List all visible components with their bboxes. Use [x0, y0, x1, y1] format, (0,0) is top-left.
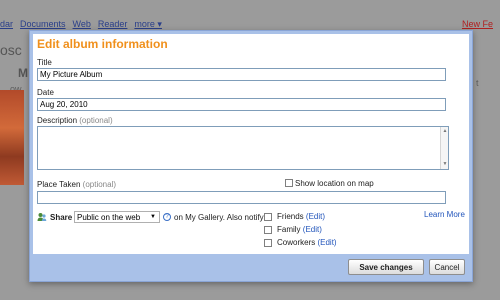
title-field[interactable]: My Picture Album	[37, 68, 446, 81]
notify-friends-label: Friends (Edit)	[277, 212, 325, 221]
friends-text: Friends	[277, 212, 304, 221]
share-icon	[37, 213, 47, 221]
bg-link-4: more ▾	[134, 18, 162, 29]
notify-family-checkbox[interactable]	[264, 226, 272, 234]
place-label-text: Place Taken	[37, 180, 81, 189]
friends-edit-link[interactable]: (Edit)	[306, 212, 325, 221]
scroll-up-icon[interactable]: ▲	[441, 128, 449, 135]
date-field[interactable]: Aug 20, 2010	[37, 98, 446, 111]
description-scrollbar[interactable]: ▲ ▼	[440, 127, 448, 169]
bg-link-2: Web	[72, 19, 91, 29]
edit-album-dialog: Edit album information Title My Picture …	[29, 30, 473, 282]
dialog-title: Edit album information	[37, 37, 168, 51]
scroll-down-icon[interactable]: ▼	[441, 161, 449, 168]
share-visibility-select[interactable]: Public on the web ▼	[74, 211, 160, 223]
bg-link-right: New Fe	[461, 19, 493, 29]
show-location-checkbox[interactable]	[285, 179, 293, 187]
on-gallery-text: on My Gallery. Also notify	[174, 213, 264, 222]
bg-fragment-3: t	[476, 78, 479, 88]
description-textarea[interactable]: ▲ ▼	[37, 126, 449, 170]
bg-fragment-1: M	[18, 66, 28, 80]
save-changes-button[interactable]: Save changes	[348, 259, 424, 275]
share-visibility-value: Public on the web	[77, 212, 141, 222]
notify-coworkers-checkbox[interactable]	[264, 239, 272, 247]
description-label: Description (optional)	[37, 116, 113, 125]
description-label-text: Description	[37, 116, 78, 125]
place-label: Place Taken (optional)	[37, 180, 116, 189]
dropdown-arrow-icon: ▼	[150, 214, 156, 220]
cancel-button[interactable]: Cancel	[429, 259, 465, 275]
bg-fragment-0: osc	[0, 42, 22, 58]
place-field[interactable]	[37, 191, 446, 204]
place-optional: (optional)	[82, 180, 117, 189]
notify-coworkers-label: Coworkers (Edit)	[277, 238, 337, 247]
family-edit-link[interactable]: (Edit)	[303, 225, 322, 234]
coworkers-edit-link[interactable]: (Edit)	[317, 238, 336, 247]
show-location-label[interactable]: Show location on map	[295, 179, 374, 188]
family-text: Family	[277, 225, 301, 234]
share-label: Share	[50, 213, 73, 222]
notify-friends-checkbox[interactable]	[264, 213, 272, 221]
notify-family-label: Family (Edit)	[277, 225, 322, 234]
dialog-content: Edit album information Title My Picture …	[33, 34, 469, 278]
bg-link-3: Reader	[97, 19, 128, 29]
date-label: Date	[37, 88, 54, 97]
background-photo	[0, 90, 24, 185]
title-label: Title	[37, 58, 52, 67]
bg-link-1: Documents	[20, 19, 66, 29]
learn-more-link[interactable]: Learn More	[424, 210, 465, 219]
coworkers-text: Coworkers	[277, 238, 316, 247]
description-optional: (optional)	[79, 116, 113, 125]
bg-link-0: dar	[0, 19, 14, 29]
help-icon[interactable]: ?	[163, 213, 171, 221]
